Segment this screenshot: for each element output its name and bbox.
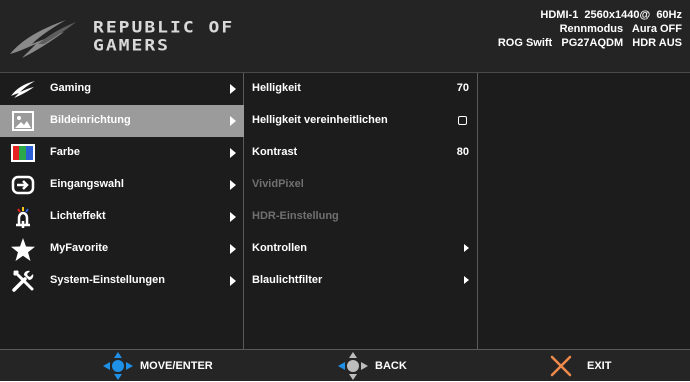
menu-item-label: Lichteffekt [50, 210, 106, 222]
joystick-icon [103, 352, 133, 380]
submenu-item-label: VividPixel [252, 178, 304, 190]
submenu-item-label: Kontrollen [252, 242, 307, 254]
move-enter-label: MOVE/ENTER [140, 360, 213, 372]
mode-aura-text: Rennmodus Aura OFF [559, 23, 682, 35]
menu-item-myfavorite[interactable]: MyFavorite [0, 233, 244, 265]
osd-menu: REPUBLIC OF GAMERS HDMI-1 2560x1440@ 60H… [0, 0, 690, 381]
brand-line-2: GAMERS [93, 36, 171, 55]
chevron-right-icon [230, 180, 236, 190]
rog-eye-icon [10, 77, 36, 101]
detail-panel [479, 73, 690, 349]
joystick-back-icon [338, 352, 368, 380]
contrast-value: 80 [456, 146, 469, 158]
image-icon [10, 109, 36, 133]
menu-item-farbe[interactable]: Farbe [0, 137, 244, 169]
chevron-right-icon [464, 244, 469, 252]
submenu-item-helligkeit[interactable]: Helligkeit 70 [244, 73, 478, 105]
submenu-item-hdr-einstellung: HDR-Einstellung [244, 201, 478, 233]
brand-wordmark: REPUBLIC OF GAMERS [93, 19, 234, 55]
chevron-right-icon [464, 276, 469, 284]
brand-line-1: REPUBLIC OF [93, 18, 235, 37]
move-enter-button[interactable]: MOVE/ENTER [102, 350, 213, 382]
submenu-item-blaulichtfilter[interactable]: Blaulichtfilter [244, 265, 478, 297]
tools-icon [10, 269, 36, 293]
submenu-item-label: Helligkeit vereinheitlichen [252, 114, 388, 126]
main-menu: Gaming Bildeinrichtung Farbe Eingangswah… [0, 73, 244, 349]
checkbox-icon[interactable] [458, 116, 467, 125]
input-icon [10, 173, 36, 197]
exit-label: EXIT [587, 360, 612, 372]
menu-item-label: System-Einstellungen [50, 274, 165, 286]
submenu-item-label: Kontrast [252, 146, 298, 158]
light-effect-icon [10, 205, 36, 229]
menu-item-lichteffekt[interactable]: Lichteffekt [0, 201, 244, 233]
back-label: BACK [375, 360, 407, 372]
status-info: HDMI-1 2560x1440@ 60Hz Rennmodus Aura OF… [498, 8, 682, 50]
menu-item-label: Gaming [50, 82, 91, 94]
footer-bar: MOVE/ENTER BACK EXIT [0, 349, 690, 381]
menu-item-system-einstellungen[interactable]: System-Einstellungen [0, 265, 244, 297]
submenu-item-kontrollen[interactable]: Kontrollen [244, 233, 478, 265]
input-resolution-text: HDMI-1 2560x1440@ 60Hz [540, 9, 682, 21]
chevron-right-icon [230, 276, 236, 286]
chevron-right-icon [230, 148, 236, 158]
menu-item-bildeinrichtung[interactable]: Bildeinrichtung [0, 105, 244, 137]
submenu-item-kontrast[interactable]: Kontrast 80 [244, 137, 478, 169]
exit-button[interactable]: EXIT [547, 350, 611, 382]
chevron-right-icon [230, 244, 236, 254]
menu-item-label: Farbe [50, 146, 80, 158]
chevron-right-icon [230, 212, 236, 222]
close-icon [550, 355, 572, 377]
menu-item-gaming[interactable]: Gaming [0, 73, 244, 105]
header-bar: REPUBLIC OF GAMERS HDMI-1 2560x1440@ 60H… [0, 0, 690, 73]
chevron-right-icon [230, 84, 236, 94]
submenu-item-vividpixel: VividPixel [244, 169, 478, 201]
back-button[interactable]: BACK [337, 350, 407, 382]
menu-item-label: Eingangswahl [50, 178, 124, 190]
menu-item-eingangswahl[interactable]: Eingangswahl [0, 169, 244, 201]
star-icon [10, 237, 36, 261]
submenu-item-helligkeit-vereinheitlichen[interactable]: Helligkeit vereinheitlichen [244, 105, 478, 137]
submenu-item-label: Helligkeit [252, 82, 301, 94]
brightness-value: 70 [456, 82, 469, 94]
submenu-item-label: Blaulichtfilter [252, 274, 323, 286]
color-bars-icon [10, 141, 36, 165]
submenu-item-label: HDR-Einstellung [252, 210, 339, 222]
menu-item-label: MyFavorite [50, 242, 109, 254]
submenu-panel: Helligkeit 70 Helligkeit vereinheitliche… [244, 73, 478, 349]
menu-item-label: Bildeinrichtung [50, 114, 131, 126]
model-hdr-text: ROG Swift PG27AQDM HDR AUS [497, 37, 682, 49]
rog-logo-icon [10, 20, 76, 58]
chevron-right-icon [230, 116, 236, 126]
